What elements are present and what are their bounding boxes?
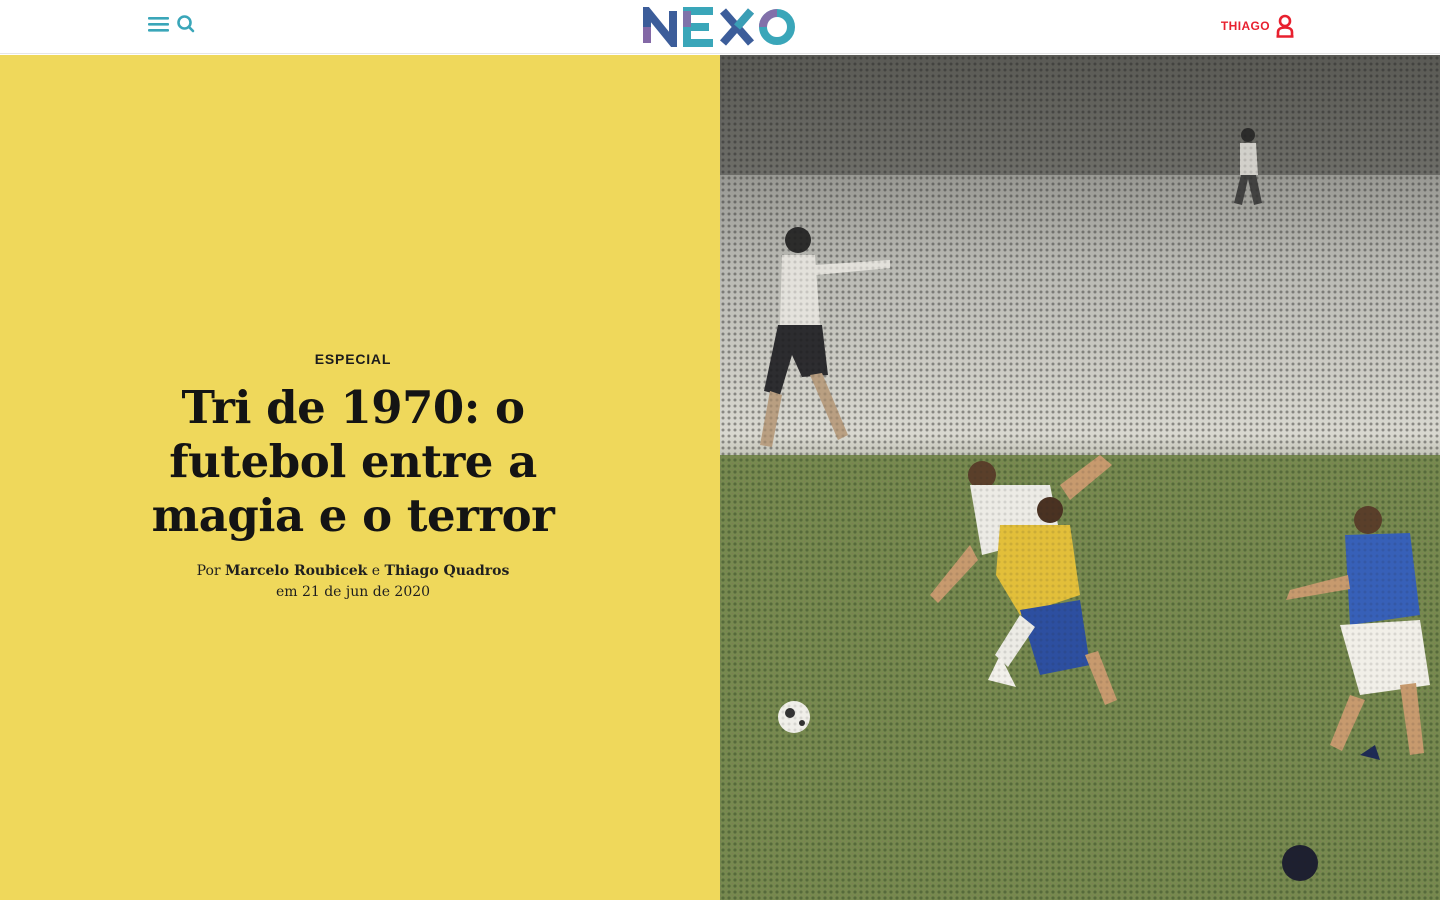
- byline-authors: Por Marcelo Roubicek e Thiago Quadros: [0, 561, 706, 582]
- byline-conjunction: e: [371, 563, 381, 579]
- article-date: em 21 de jun de 2020: [275, 584, 431, 600]
- article-kicker[interactable]: ESPECIAL: [0, 351, 706, 367]
- article-hero-text-panel: ESPECIAL Tri de 1970: o futebol entre a …: [0, 55, 720, 900]
- search-icon[interactable]: [176, 14, 196, 34]
- byline-prefix: Por: [196, 563, 221, 579]
- user-icon: [1276, 14, 1294, 38]
- nexo-logo[interactable]: [643, 6, 797, 48]
- site-header: THIAGO: [0, 0, 1440, 54]
- article-byline: Por Marcelo Roubicek e Thiago Quadros em…: [0, 561, 706, 603]
- author-link-1[interactable]: Marcelo Roubicek: [225, 563, 367, 579]
- football-match-photo-icon: [720, 55, 1440, 900]
- nexo-logo-mark: [643, 7, 795, 47]
- hamburger-menu-icon[interactable]: [148, 14, 170, 34]
- author-link-2[interactable]: Thiago Quadros: [385, 563, 510, 579]
- user-name: THIAGO: [1220, 19, 1270, 33]
- article-title: Tri de 1970: o futebol entre a magia e o…: [151, 381, 555, 542]
- header-left-controls: [148, 14, 196, 34]
- user-account-link[interactable]: THIAGO: [1221, 14, 1294, 38]
- hero-photo: [720, 55, 1440, 900]
